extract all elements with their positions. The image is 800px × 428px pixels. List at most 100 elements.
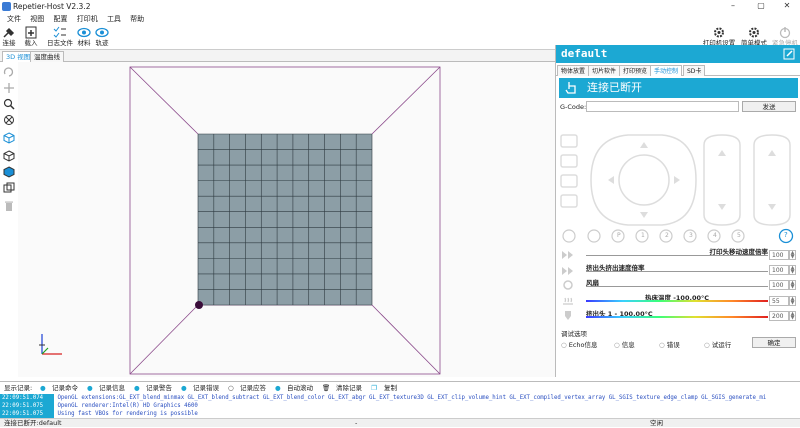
extruder-temp-value[interactable]: 200 [769, 311, 789, 321]
button-4-label: 4 [713, 232, 717, 239]
tab-temperature-curve[interactable]: 温度曲线 [30, 51, 64, 62]
button-5-label: 5 [737, 232, 741, 239]
debug-dry-run[interactable]: ○ 试运行 [704, 339, 731, 349]
zoom-icon[interactable] [3, 98, 15, 110]
gear-icon [749, 27, 759, 38]
origin-marker [195, 301, 203, 309]
view-toolbar [0, 62, 18, 377]
fit-icon[interactable] [3, 114, 15, 126]
connect-button[interactable]: 连接 [1, 25, 17, 50]
trash-icon[interactable] [3, 200, 15, 212]
bed-temp-value[interactable]: 55 [769, 296, 789, 306]
radio-icon: ○ [614, 341, 622, 349]
3d-view-canvas[interactable] [18, 62, 555, 377]
view-tabs: 3D 视图 温度曲线 [0, 50, 555, 62]
menu-help[interactable]: 帮助 [130, 13, 144, 25]
checklist-icon [53, 26, 66, 38]
cube-front-icon[interactable] [3, 132, 15, 144]
debug-errors[interactable]: ○ 错误 [659, 339, 680, 349]
bed-temp-spinner[interactable]: ▲ ▼ [789, 296, 796, 306]
menu-printer[interactable]: 打印机 [77, 13, 98, 25]
jog-controls [560, 134, 791, 226]
fan-spinner[interactable]: ▲ ▼ [789, 280, 796, 290]
debug-options-title: 调试选项 [561, 330, 587, 338]
connection-status-banner: 连接已断开 [559, 78, 798, 98]
minimize-button[interactable]: – [720, 0, 746, 13]
tab-object-placement[interactable]: 物体放置 [557, 65, 590, 76]
maximize-button[interactable]: ▢ [748, 0, 774, 13]
fan-motor-buttons [562, 228, 794, 244]
button-p-label: P [617, 232, 621, 239]
extrude-speed-icon [562, 267, 573, 275]
xy-jog-pad[interactable] [590, 134, 697, 226]
right-panel: default 物体放置 切片软件 打印预览 手动控制 SD卡 连接已断开 G-… [555, 45, 800, 377]
tab-slicer[interactable]: 切片软件 [588, 65, 621, 76]
radio-icon: ○ [704, 341, 712, 349]
tab-sd-card[interactable]: SD卡 [683, 65, 706, 76]
z-jog-pad[interactable] [703, 134, 741, 226]
copy-objects-icon[interactable] [3, 182, 15, 194]
button-2-label: 2 [665, 232, 669, 239]
log-file-button[interactable]: 日志文件 [46, 25, 74, 50]
track-button[interactable]: 轨迹 [94, 25, 110, 50]
print-bed [198, 134, 372, 305]
extruder-jog-pad[interactable] [753, 134, 791, 226]
debug-echo[interactable]: ○ Echo信息 [561, 339, 598, 349]
bed-temp-slider[interactable] [586, 300, 768, 302]
log-row: 22:09:51.075 Using fast VBOs for renderi… [0, 410, 198, 418]
material-button[interactable]: 材料 [76, 25, 92, 50]
send-button[interactable]: 发送 [742, 101, 796, 112]
panel-tabs: 物体放置 切片软件 打印预览 手动控制 SD卡 [556, 65, 800, 76]
menu-bar: 文件 视图 配置 打印机 工具 帮助 [0, 13, 470, 25]
power-icon [779, 27, 791, 39]
log-panel[interactable]: 22:09:51.074 OpenGL extensions:GL_EXT_bl… [0, 394, 800, 418]
button-1-label: 1 [641, 232, 645, 239]
gcode-label: G-Code: [560, 103, 587, 111]
menu-file[interactable]: 文件 [7, 13, 21, 25]
menu-view[interactable]: 视图 [30, 13, 44, 25]
fan-value[interactable]: 100 [769, 280, 789, 290]
radio-icon: ○ [659, 341, 667, 349]
extrude-multiplier-slider[interactable] [586, 271, 768, 272]
menu-tools[interactable]: 工具 [107, 13, 121, 25]
add-file-icon [25, 26, 37, 39]
load-button[interactable]: 载入 [22, 25, 40, 50]
log-row: 22:09:51.074 OpenGL extensions:GL_EXT_bl… [0, 394, 767, 402]
extrude-multiplier-spinner[interactable]: ▲ ▼ [789, 265, 796, 275]
plug-icon [3, 27, 15, 38]
home-y-icon[interactable] [560, 174, 578, 188]
speed-icon [562, 251, 573, 259]
fan-slider[interactable] [586, 286, 768, 287]
close-button[interactable]: ✕ [774, 0, 800, 13]
debug-info[interactable]: ○ 信息 [614, 339, 635, 349]
edit-icon[interactable] [783, 48, 795, 60]
printer-profile-header: default [556, 45, 800, 63]
rotate-icon[interactable] [3, 66, 15, 78]
speed-multiplier-spinner[interactable]: ▲ ▼ [789, 250, 796, 260]
profile-name: default [561, 47, 608, 60]
button-3-label: 3 [689, 232, 693, 239]
tab-manual-control[interactable]: 手动控制 [650, 65, 683, 76]
xy-jog-center[interactable] [618, 154, 670, 206]
extruder-temp-spinner[interactable]: ▲ ▼ [789, 311, 796, 321]
cube-side-icon[interactable] [3, 166, 15, 178]
speed-multiplier-slider[interactable] [586, 255, 768, 256]
motor-power-icon[interactable] [562, 229, 576, 243]
extrude-multiplier-value[interactable]: 100 [769, 265, 789, 275]
ok-button[interactable]: 确定 [752, 337, 796, 348]
toggle-icon[interactable] [587, 229, 601, 243]
tab-print-preview[interactable]: 打印预览 [619, 65, 652, 76]
menu-config[interactable]: 配置 [53, 13, 67, 25]
app-icon [2, 2, 11, 11]
home-z-icon[interactable] [560, 194, 578, 208]
eye-icon [95, 27, 109, 38]
home-all-icon[interactable] [560, 134, 578, 148]
heated-bed-icon [563, 297, 573, 305]
log-toolbar: 显示记录: ● 记录命令 ● 记录信息 ● 记录警告 ● 记录错误 ○ 记录应答… [0, 381, 800, 394]
move-icon[interactable] [3, 82, 15, 94]
speed-multiplier-value[interactable]: 100 [769, 250, 789, 260]
cube-top-icon[interactable] [3, 150, 15, 162]
gcode-input[interactable] [586, 101, 739, 112]
home-x-icon[interactable] [560, 154, 578, 168]
extruder-temp-slider[interactable] [586, 316, 768, 318]
